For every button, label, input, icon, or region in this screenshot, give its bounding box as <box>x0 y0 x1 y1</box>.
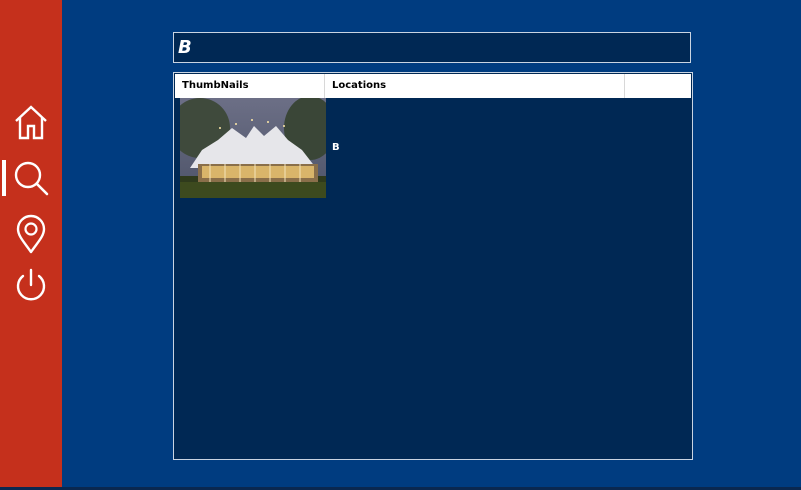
nav-home-button[interactable] <box>0 100 62 144</box>
power-icon <box>16 268 46 301</box>
location-pin-icon <box>16 214 46 254</box>
search-icon <box>14 161 49 196</box>
app-window: ThumbNails Locations <box>0 0 801 490</box>
search-input[interactable] <box>173 32 691 63</box>
gallery-header: ThumbNails Locations <box>175 74 691 98</box>
gallery-row[interactable]: B <box>175 98 691 198</box>
home-icon <box>15 105 47 140</box>
sidebar <box>0 0 62 488</box>
tent-event-thumbnail[interactable] <box>180 98 326 198</box>
results-gallery[interactable]: ThumbNails Locations B <box>173 72 693 460</box>
location-cell: B <box>332 142 340 153</box>
nav-location-button[interactable] <box>0 212 62 256</box>
nav-power-button[interactable] <box>0 264 62 308</box>
nav-search-button[interactable] <box>0 156 62 200</box>
column-header-empty[interactable] <box>625 74 691 98</box>
column-header-thumbnails[interactable]: ThumbNails <box>175 74 325 98</box>
column-header-locations[interactable]: Locations <box>325 74 625 98</box>
